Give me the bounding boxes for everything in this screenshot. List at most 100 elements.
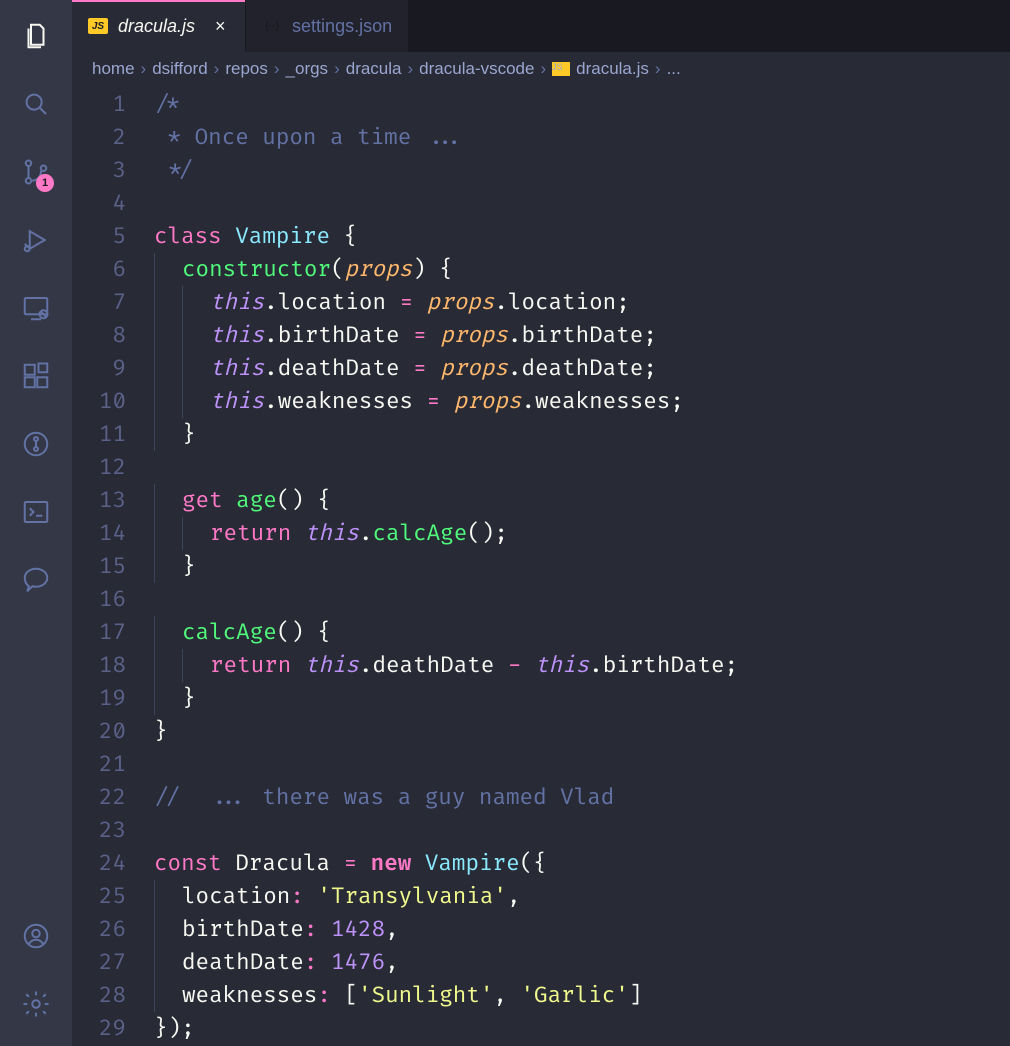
token-keyword: return <box>210 520 291 547</box>
code-line[interactable]: this.weaknesses = props.weaknesses; <box>154 385 1010 418</box>
indent-guide <box>154 649 182 682</box>
source-control-icon[interactable]: 1 <box>12 148 60 196</box>
code-line[interactable]: calcAge() { <box>154 616 1010 649</box>
breadcrumb-segment[interactable]: repos <box>225 59 268 79</box>
token-this: this <box>305 520 359 547</box>
tab-settings-json[interactable]: {··} settings.json <box>246 0 409 52</box>
token-prop: deathDate <box>372 652 494 679</box>
breadcrumb[interactable]: home›dsifford›repos›_orgs›dracula›dracul… <box>72 52 1010 86</box>
code-line[interactable] <box>154 583 1010 616</box>
indent-guide <box>154 286 182 319</box>
token-punct: ; <box>643 355 657 382</box>
token-sp <box>413 388 427 415</box>
terminal-icon[interactable] <box>12 488 60 536</box>
line-number: 15 <box>72 550 126 583</box>
files-icon[interactable] <box>12 12 60 60</box>
token-this: this <box>535 652 589 679</box>
line-number: 6 <box>72 253 126 286</box>
token-op: = <box>427 388 441 415</box>
breadcrumb-segment[interactable]: dsifford <box>152 59 207 79</box>
token-string: 'Transylvania' <box>317 883 507 910</box>
code-editor[interactable]: 1234567891011121314151617181920212223242… <box>72 86 1010 1046</box>
code-line[interactable]: constructor(props) { <box>154 253 1010 286</box>
token-number: 1476 <box>331 949 385 976</box>
code-line[interactable]: // ... there was a guy named Vlad <box>154 781 1010 814</box>
breadcrumb-segment[interactable]: dracula <box>346 59 402 79</box>
activity-bar-top: 1 <box>12 12 60 912</box>
breadcrumb-file[interactable]: JSdracula.js <box>552 59 649 79</box>
chevron-right-icon: › <box>274 59 280 79</box>
breadcrumb-segment[interactable]: home <box>92 59 135 79</box>
code-line[interactable]: } <box>154 550 1010 583</box>
settings-gear-icon[interactable] <box>12 980 60 1028</box>
token-sp <box>494 652 508 679</box>
code-line[interactable]: } <box>154 682 1010 715</box>
token-punct: , <box>507 883 521 910</box>
breadcrumb-segment[interactable]: _orgs <box>286 59 329 79</box>
code-line[interactable]: this.location = props.location; <box>154 286 1010 319</box>
token-punct: . <box>264 289 278 316</box>
token-prop: deathDate <box>521 355 643 382</box>
code-line[interactable]: return this.calcAge(); <box>154 517 1010 550</box>
code-line[interactable]: birthDate: 1428, <box>154 913 1010 946</box>
token-punct: ] <box>629 982 643 1009</box>
line-number-gutter: 1234567891011121314151617181920212223242… <box>72 88 154 1046</box>
code-line[interactable]: /* <box>154 88 1010 121</box>
token-new: new <box>371 850 412 877</box>
code-line[interactable]: return this.deathDate - this.birthDate; <box>154 649 1010 682</box>
code-line[interactable]: } <box>154 715 1010 748</box>
code-line[interactable] <box>154 748 1010 781</box>
line-number: 23 <box>72 814 126 847</box>
token-punct: ) <box>412 256 426 283</box>
code-line[interactable] <box>154 187 1010 220</box>
gitlens-icon[interactable] <box>12 420 60 468</box>
indent-guide <box>154 319 182 352</box>
token-punct: () <box>277 619 304 646</box>
extensions-icon[interactable] <box>12 352 60 400</box>
token-comment: */ <box>154 157 195 184</box>
comment-icon[interactable] <box>12 556 60 604</box>
code-line[interactable]: this.deathDate = props.deathDate; <box>154 352 1010 385</box>
token-comment: * Once upon a time ... <box>154 124 465 151</box>
token-punct: . <box>589 652 603 679</box>
token-func: calcAge <box>182 619 277 646</box>
token-op: : <box>290 883 304 910</box>
close-icon[interactable]: × <box>211 17 229 35</box>
code-content[interactable]: /* * Once upon a time ... */ class Vampir… <box>154 88 1010 1046</box>
token-sp <box>222 850 236 877</box>
code-line[interactable]: weaknesses: ['Sunlight', 'Garlic'] <box>154 979 1010 1012</box>
code-line[interactable]: this.birthDate = props.birthDate; <box>154 319 1010 352</box>
code-line[interactable]: } <box>154 418 1010 451</box>
account-icon[interactable] <box>12 912 60 960</box>
token-prop: Dracula <box>235 850 330 877</box>
token-comment: /* <box>154 91 181 118</box>
breadcrumb-more[interactable]: ... <box>667 59 681 79</box>
token-keyword: return <box>210 652 291 679</box>
code-line[interactable]: }); <box>154 1012 1010 1045</box>
token-prop: birthDate <box>603 652 725 679</box>
code-line[interactable]: class Vampire { <box>154 220 1010 253</box>
code-line[interactable]: location: 'Transylvania', <box>154 880 1010 913</box>
code-line[interactable]: * Once upon a time ... <box>154 121 1010 154</box>
indent-guide <box>182 385 210 418</box>
code-line[interactable]: get age() { <box>154 484 1010 517</box>
code-line[interactable] <box>154 451 1010 484</box>
remote-explorer-icon[interactable] <box>12 284 60 332</box>
code-line[interactable]: deathDate: 1476, <box>154 946 1010 979</box>
indent-guide <box>154 616 182 649</box>
breadcrumb-segment[interactable]: dracula-vscode <box>419 59 534 79</box>
token-param: props <box>440 322 508 349</box>
token-param: props <box>427 289 495 316</box>
line-number: 13 <box>72 484 126 517</box>
code-line[interactable] <box>154 814 1010 847</box>
tab-dracula-js[interactable]: JS dracula.js × <box>72 0 246 52</box>
token-punct: { <box>317 619 331 646</box>
token-prop: location <box>508 289 616 316</box>
code-line[interactable]: */ <box>154 154 1010 187</box>
token-sp <box>411 850 425 877</box>
debug-icon[interactable] <box>12 216 60 264</box>
token-sp <box>413 289 427 316</box>
token-this: this <box>210 388 264 415</box>
code-line[interactable]: const Dracula = new Vampire({ <box>154 847 1010 880</box>
search-icon[interactable] <box>12 80 60 128</box>
